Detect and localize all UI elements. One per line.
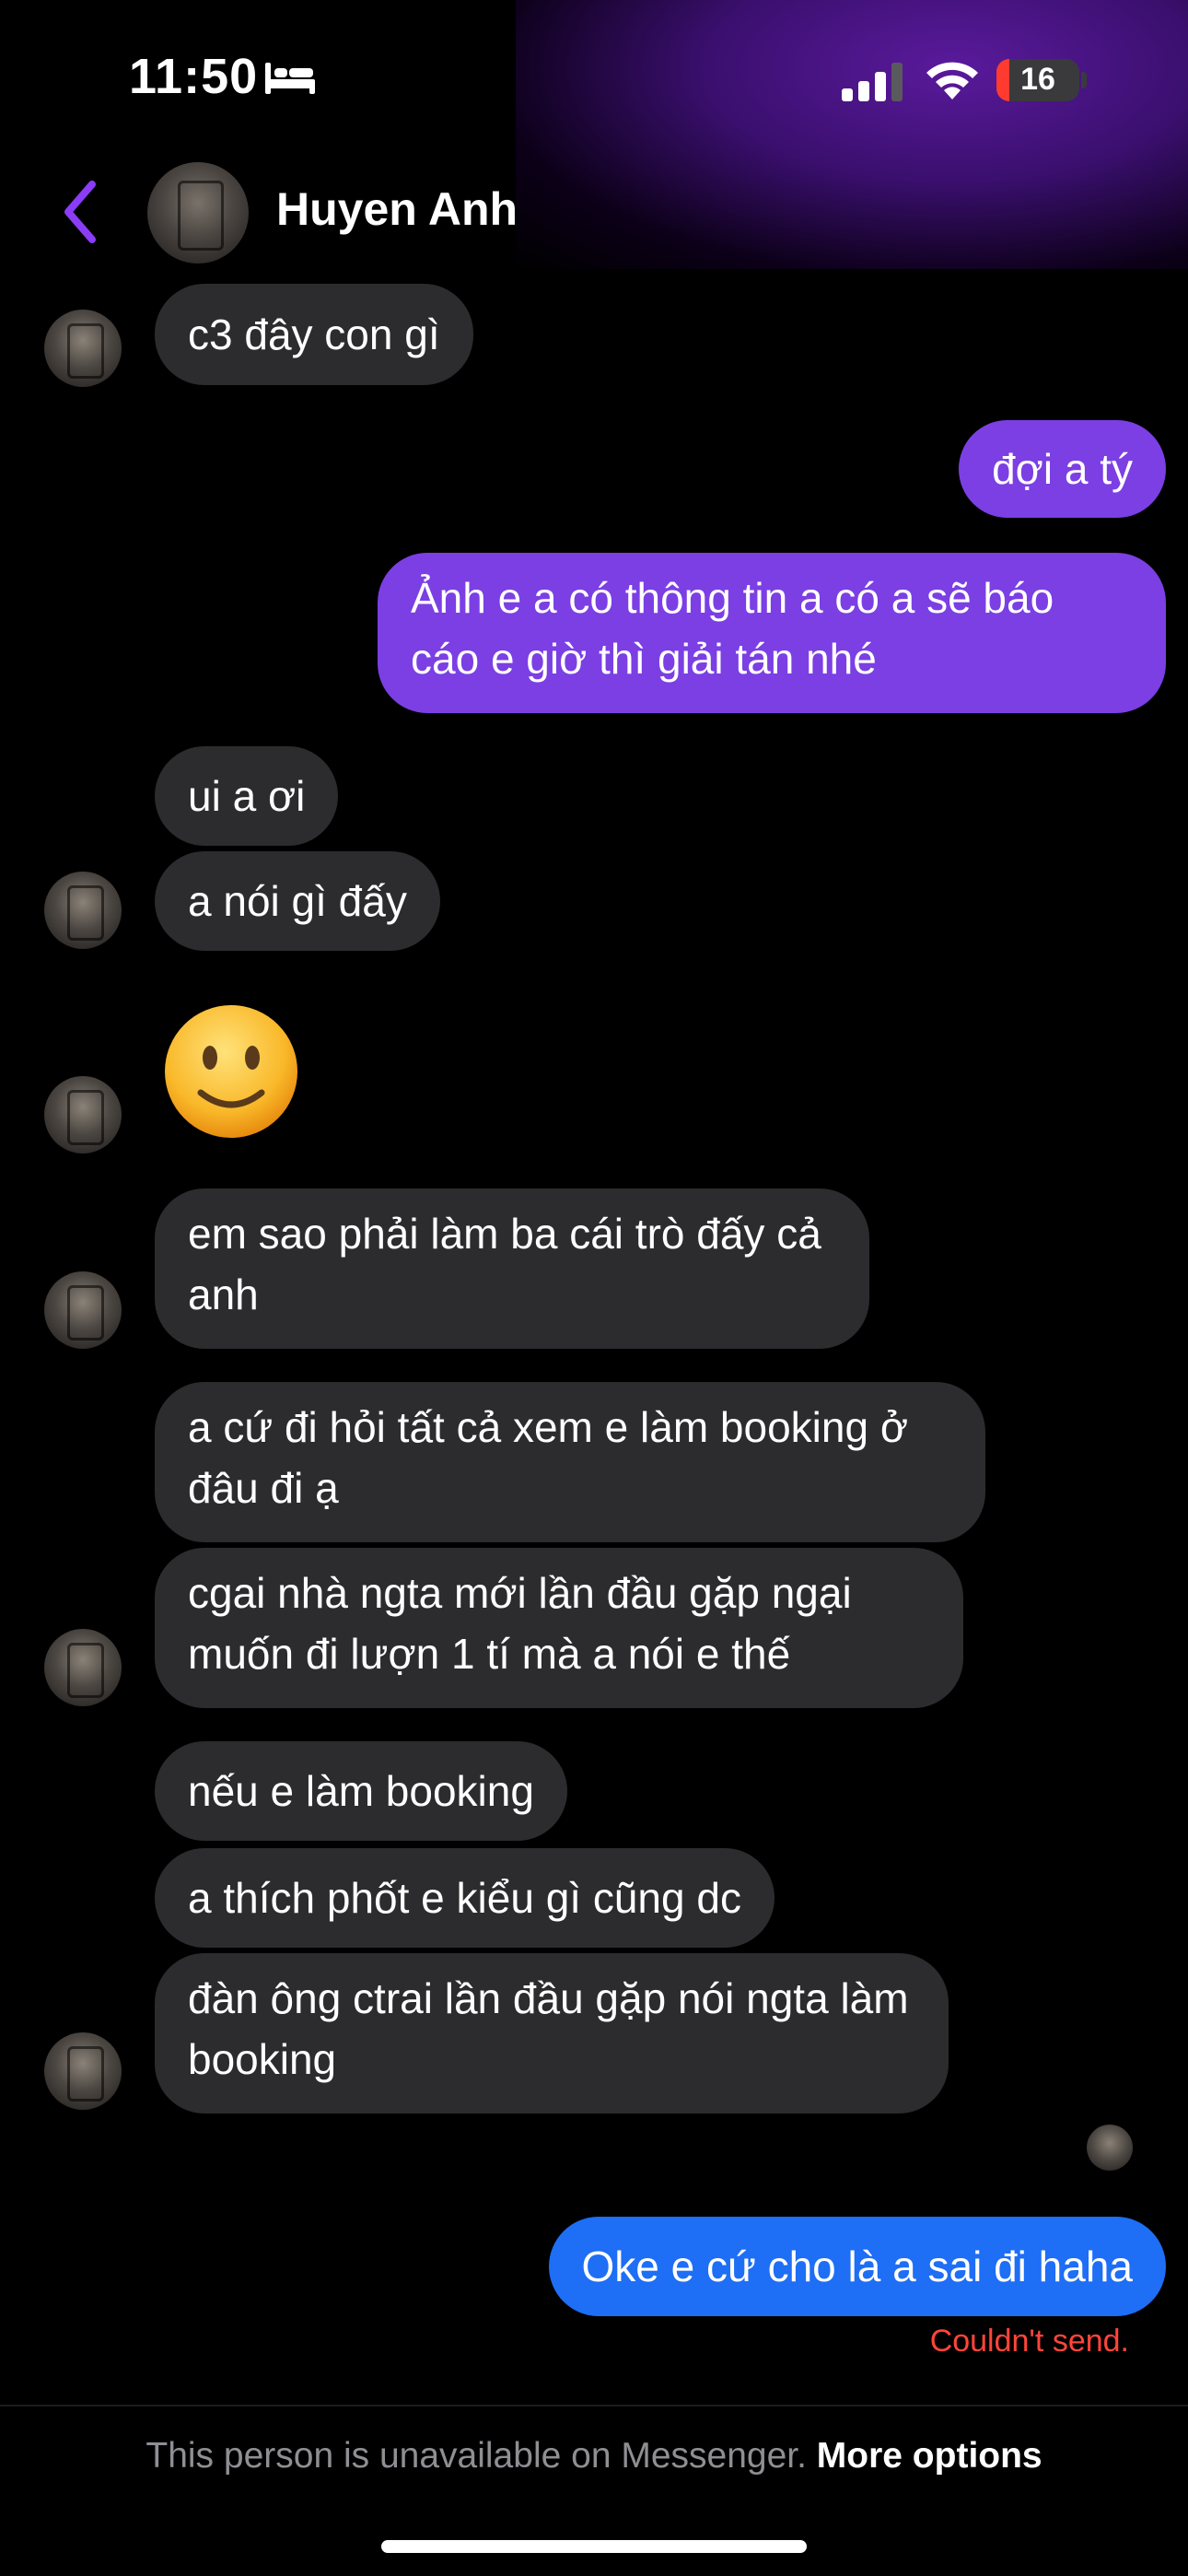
sender-avatar[interactable]: [44, 1271, 122, 1349]
more-options-link[interactable]: More options: [817, 2436, 1042, 2476]
message-bubble-failed[interactable]: Oke e cứ cho là a sai đi haha: [548, 2217, 1166, 2316]
battery-nub: [1081, 72, 1087, 88]
unavailable-footer: This person is unavailable on Messenger.…: [0, 2436, 1188, 2476]
contact-avatar[interactable]: [147, 162, 249, 263]
message-bubble-incoming[interactable]: a nói gì đấy: [155, 851, 440, 951]
message-bubble-incoming[interactable]: nếu e làm booking: [155, 1741, 567, 1841]
back-chevron-icon[interactable]: [57, 177, 103, 247]
home-indicator[interactable]: [381, 2540, 807, 2553]
seen-receipt-avatar: [1087, 2125, 1133, 2171]
message-bubble-incoming[interactable]: ui a ơi: [155, 746, 339, 846]
battery-level: 16: [1020, 62, 1055, 97]
status-bar: 11:50 16: [0, 0, 1188, 157]
message-bubble-incoming[interactable]: c3 đây con gì: [155, 284, 473, 385]
footer-divider: [0, 2405, 1188, 2406]
status-time: 11:50: [129, 49, 259, 104]
message-bubble-incoming[interactable]: cgai nhà ngta mới lần đầu gặp ngại muốn …: [155, 1548, 963, 1708]
signal-icon: [842, 63, 903, 101]
wifi-icon: [926, 62, 978, 100]
sender-avatar[interactable]: [44, 310, 122, 387]
unavailable-notice: This person is unavailable on Messenger.: [146, 2436, 807, 2476]
battery-icon: 16: [996, 59, 1079, 101]
contact-name[interactable]: Huyen Anh: [276, 182, 518, 236]
message-bubble-incoming[interactable]: a cứ đi hỏi tất cả xem e làm booking ở đ…: [155, 1382, 985, 1542]
slightly-smiling-face-icon[interactable]: [162, 1002, 300, 1141]
sender-avatar[interactable]: [44, 2032, 122, 2110]
message-bubble-outgoing[interactable]: Ảnh e a có thông tin a có a sẽ báo cáo e…: [378, 553, 1166, 713]
sender-avatar[interactable]: [44, 1076, 122, 1153]
send-error-text[interactable]: Couldn't send.: [930, 2324, 1129, 2359]
message-bubble-incoming[interactable]: em sao phải làm ba cái trò đấy cả anh: [155, 1188, 869, 1349]
message-bubble-incoming[interactable]: đàn ông ctrai lần đầu gặp nói ngta làm b…: [155, 1953, 949, 2113]
chat-header: Huyen Anh: [0, 157, 1188, 267]
bed-icon: [265, 63, 315, 94]
message-bubble-incoming[interactable]: a thích phốt e kiểu gì cũng dc: [155, 1848, 775, 1948]
sender-avatar[interactable]: [44, 872, 122, 949]
message-bubble-outgoing[interactable]: đợi a tý: [959, 420, 1166, 518]
sender-avatar[interactable]: [44, 1629, 122, 1706]
